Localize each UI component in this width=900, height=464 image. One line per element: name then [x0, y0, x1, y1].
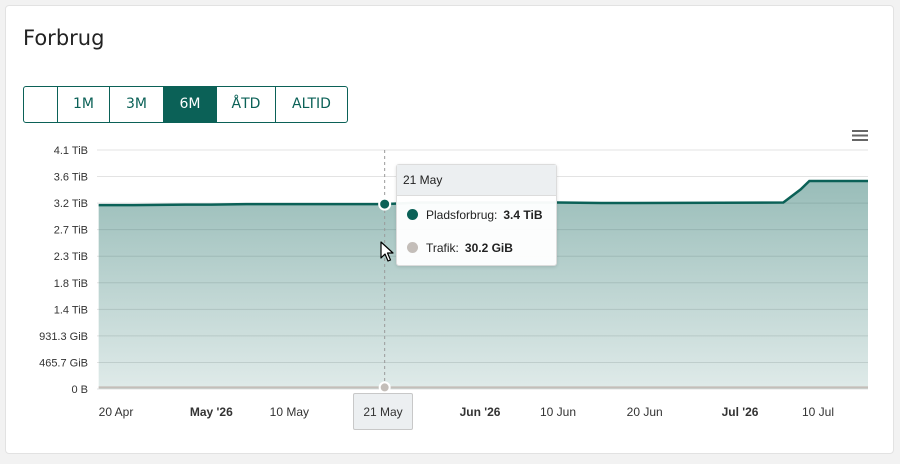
tooltip-storage-value: 3.4 TiB: [503, 208, 543, 222]
traffic-series-dot-icon: [407, 242, 418, 253]
x-tick-label: 10 May: [270, 405, 309, 419]
tooltip-storage-label: Pladsforbrug:: [426, 208, 498, 222]
tooltip-row-traffic: Trafik: 30.2 GiB: [407, 241, 513, 255]
storage-hover-marker: [378, 197, 392, 211]
x-tick-label: Jul '26: [722, 405, 759, 419]
hover-x-label: 21 May: [353, 393, 413, 430]
x-tick-label: 10 Jul: [802, 405, 834, 419]
tooltip-row-storage: Pladsforbrug: 3.4 TiB: [407, 208, 543, 222]
traffic-hover-marker: [378, 381, 391, 394]
y-tick-label: 2.7 TiB: [54, 225, 88, 237]
chart-tooltip: 21 May Pladsforbrug: 3.4 TiB Trafik: 30.2 …: [396, 164, 557, 266]
y-tick-label: 931.3 GiB: [39, 331, 88, 343]
y-tick-label: 3.6 TiB: [54, 172, 88, 184]
storage-series-dot-icon: [407, 209, 418, 220]
x-tick-label: 20 Jun: [627, 405, 663, 419]
x-tick-label: 10 Jun: [540, 405, 576, 419]
y-tick-label: 3.2 TiB: [54, 198, 88, 210]
tooltip-date: 21 May: [397, 165, 556, 196]
y-tick-label: 1.8 TiB: [54, 278, 88, 290]
y-tick-label: 0 B: [71, 384, 88, 396]
tooltip-traffic-value: 30.2 GiB: [464, 241, 513, 255]
mouse-cursor-icon: [380, 241, 394, 268]
x-tick-label: Jun '26: [460, 405, 501, 419]
y-tick-label: 4.1 TiB: [54, 145, 88, 157]
x-tick-label: May '26: [190, 405, 233, 419]
y-tick-label: 1.4 TiB: [54, 304, 88, 316]
x-tick-label: 20 Apr: [99, 405, 134, 419]
y-tick-label: 2.3 TiB: [54, 251, 88, 263]
y-tick-label: 465.7 GiB: [39, 357, 88, 369]
tooltip-traffic-label: Trafik:: [426, 241, 459, 255]
